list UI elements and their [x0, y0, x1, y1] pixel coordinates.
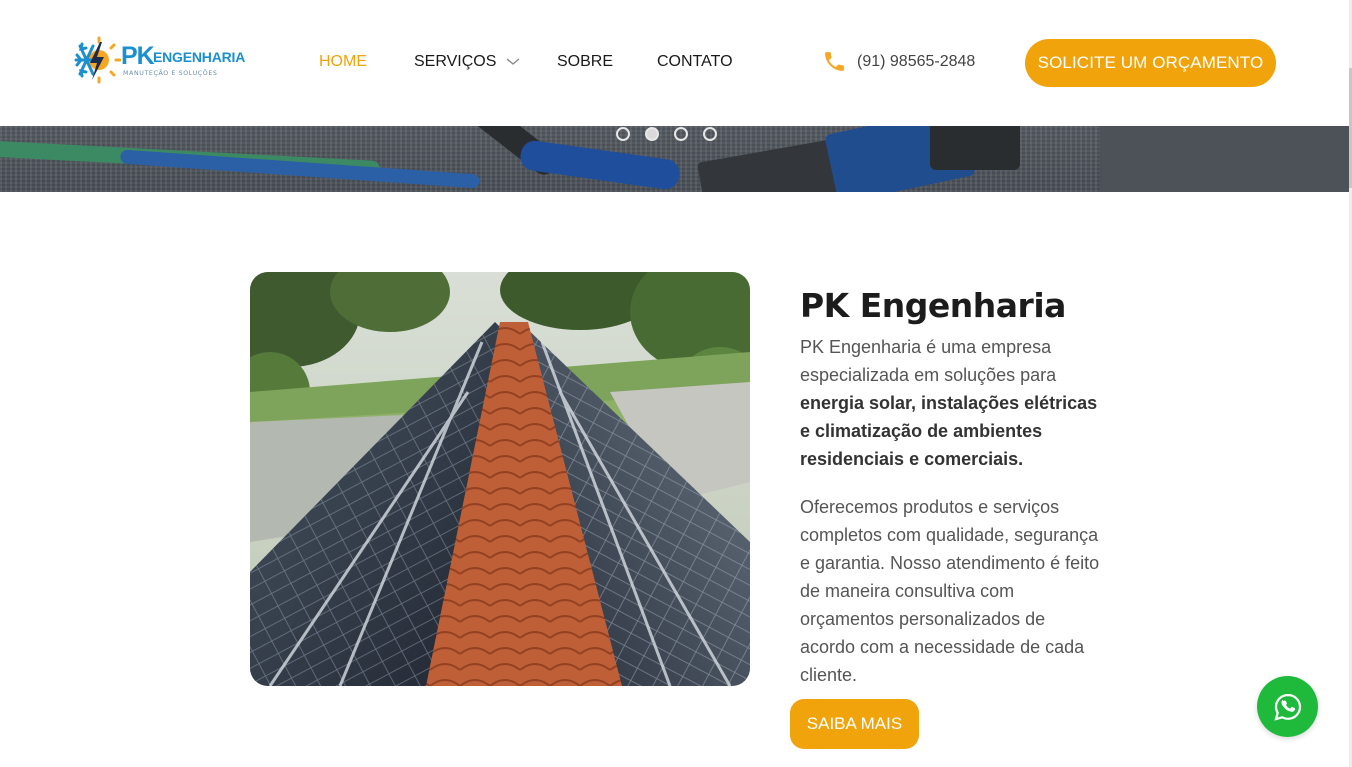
about-paragraph-1-intro: PK Engenharia é uma empresa especializad…	[800, 337, 1057, 385]
slider-dot-1[interactable]	[616, 127, 630, 141]
nav-item-home[interactable]: HOME	[319, 52, 367, 72]
snowflake-bolt-sun-logo-icon	[74, 36, 121, 84]
slider-dot-3[interactable]	[674, 127, 688, 141]
chevron-down-icon	[506, 58, 520, 65]
solar-roof-image	[250, 272, 750, 686]
slider-dot-4[interactable]	[703, 127, 717, 141]
whatsapp-button[interactable]	[1257, 676, 1318, 737]
site-logo[interactable]: PK ENGENHARIA MANUTEÇÃO E SOLUÇÕES	[73, 36, 245, 86]
solar-panels-photo	[250, 272, 750, 686]
phone-number: (91) 98565-2848	[857, 52, 976, 70]
about-paragraph-1: PK Engenharia é uma empresa especializad…	[800, 333, 1100, 473]
nav-item-sobre[interactable]: SOBRE	[557, 52, 613, 72]
about-title: PK Engenharia	[800, 286, 1066, 325]
about-paragraph-2: Oferecemos produtos e serviços completos…	[800, 497, 1100, 685]
header-phone[interactable]: (91) 98565-2848	[822, 49, 975, 74]
nav-item-servicos-label: SERVIÇOS	[414, 53, 497, 70]
nav-item-contato[interactable]: CONTATO	[657, 52, 733, 72]
site-header: PK ENGENHARIA MANUTEÇÃO E SOLUÇÕES HOME …	[0, 0, 1349, 126]
slider-dots	[616, 127, 717, 141]
slider-dot-2[interactable]	[645, 127, 659, 141]
logo-name-text: ENGENHARIA	[153, 49, 246, 65]
request-quote-button[interactable]: SOLICITE UM ORÇAMENTO	[1025, 39, 1276, 87]
learn-more-button[interactable]: SAIBA MAIS	[790, 699, 919, 749]
nav-item-servicos[interactable]: SERVIÇOS	[414, 52, 520, 72]
logo-tagline: MANUTEÇÃO E SOLUÇÕES	[123, 70, 218, 77]
phone-icon	[825, 52, 844, 71]
logo-pk-text: PK	[121, 42, 155, 70]
about-paragraph-1-highlight: energia solar, instalações elétricas e c…	[800, 393, 1098, 469]
whatsapp-icon	[1273, 693, 1301, 721]
